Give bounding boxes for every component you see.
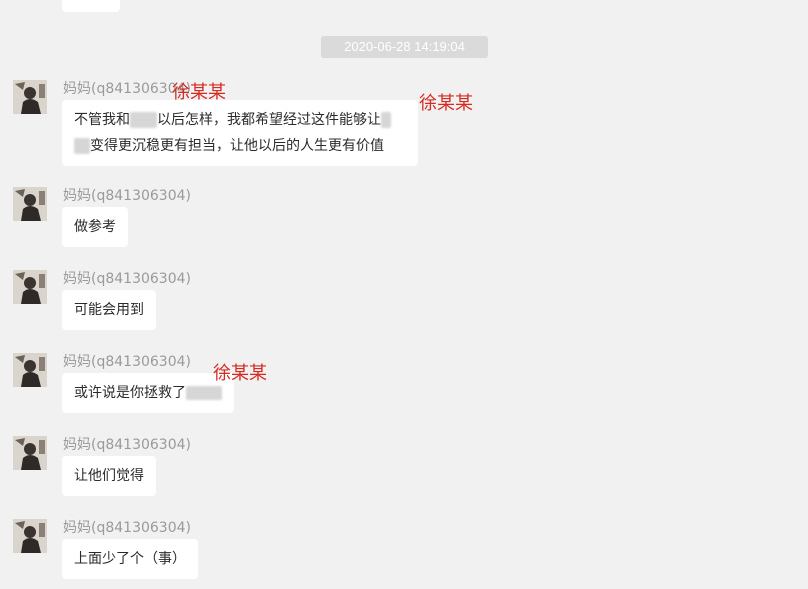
redacted-blur	[74, 138, 90, 154]
timestamp-divider: 2020-06-28 14:19:04	[321, 36, 488, 58]
avatar-photo-icon[interactable]	[13, 519, 47, 553]
message-bubble[interactable]: 可能会用到	[62, 290, 156, 330]
message-text: 以后怎样，我都希望经过这件能够让	[157, 112, 381, 128]
avatar-photo-icon[interactable]	[13, 187, 47, 221]
redacted-blur	[186, 386, 222, 400]
message-line: 不管我和 以后怎样，我都希望经过这件能够让	[74, 107, 406, 133]
avatar-photo-icon[interactable]	[13, 436, 47, 470]
avatar-photo-icon[interactable]	[13, 353, 47, 387]
message-text: 变得更沉稳更有担当，让他以后的人生更有价值	[90, 138, 384, 154]
sender-name: 妈妈(q841306304)	[63, 271, 191, 287]
redacted-blur	[130, 112, 157, 128]
previous-message-bubble	[62, 0, 120, 12]
message-bubble[interactable]: 让他们觉得	[62, 456, 156, 496]
message-text: 上面少了个（事）	[74, 551, 186, 567]
message-text: 或许说是你拯救了	[74, 385, 186, 401]
message-text: 不管我和	[74, 112, 130, 128]
annotation-label: 徐某某	[172, 82, 226, 103]
message-text: 可能会用到	[74, 302, 144, 318]
message-line: 变得更沉稳更有担当，让他以后的人生更有价值	[74, 133, 406, 159]
message-text: 让他们觉得	[74, 468, 144, 484]
sender-name: 妈妈(q841306304)	[63, 354, 191, 370]
message-bubble[interactable]: 上面少了个（事）	[62, 539, 198, 579]
sender-name: 妈妈(q841306304)	[63, 188, 191, 204]
message-text: 做参考	[74, 219, 116, 235]
avatar-photo-icon[interactable]	[13, 80, 47, 114]
message-bubble[interactable]: 或许说是你拯救了	[62, 373, 234, 413]
message-bubble[interactable]: 不管我和 以后怎样，我都希望经过这件能够让 变得更沉稳更有担当，让他以后的人生更有…	[62, 100, 418, 166]
sender-name: 妈妈(q841306304)	[63, 437, 191, 453]
sender-name: 妈妈(q841306304)	[63, 520, 191, 536]
avatar-photo-icon[interactable]	[13, 270, 47, 304]
redacted-blur	[381, 112, 391, 128]
annotation-label: 徐某某	[419, 93, 473, 114]
annotation-label: 徐某某	[213, 363, 267, 384]
message-bubble[interactable]: 做参考	[62, 207, 128, 247]
